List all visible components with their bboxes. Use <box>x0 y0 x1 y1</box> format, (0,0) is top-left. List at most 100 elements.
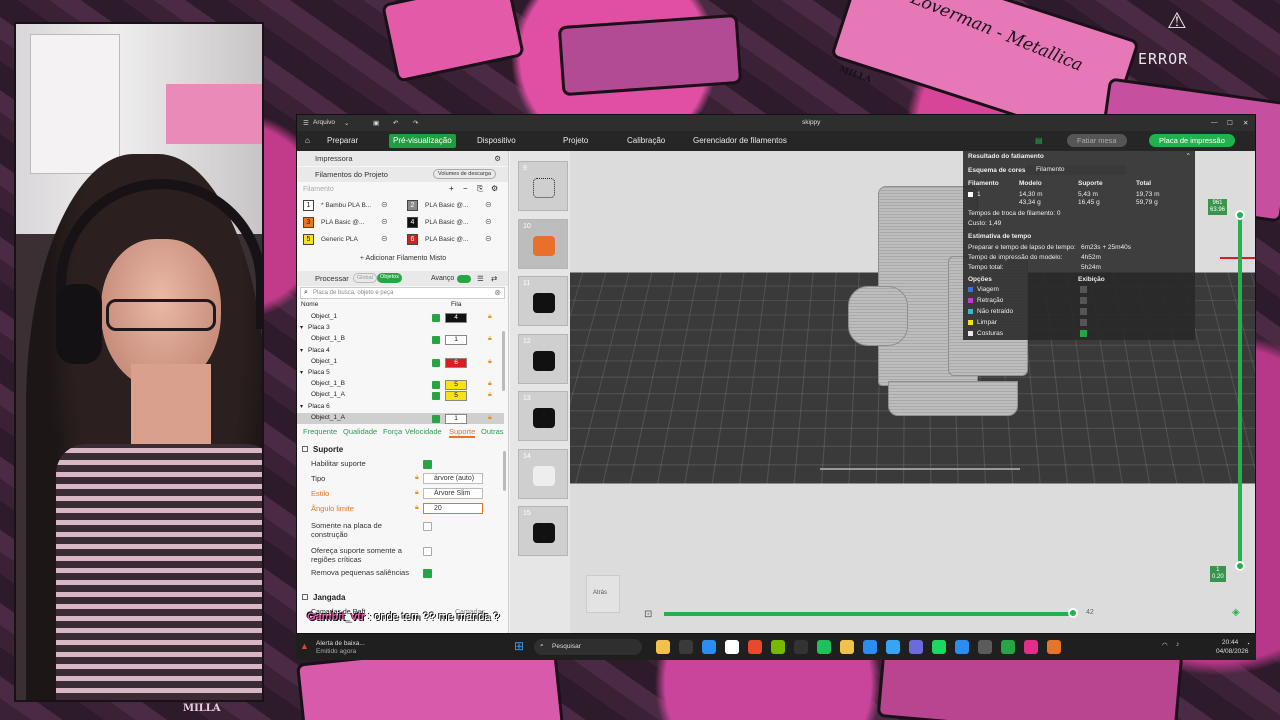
lock-icon[interactable]: 🔒︎ <box>488 414 494 422</box>
tab-outras[interactable]: Outras <box>481 427 504 436</box>
search-input[interactable]: Placa de busca, objeto e peça <box>313 290 393 296</box>
clear-search-icon[interactable]: ⊗ <box>494 288 501 297</box>
tab-preview[interactable]: Pré-visualização <box>389 134 456 148</box>
plate-thumbnail[interactable]: 11 <box>518 276 568 326</box>
filament-edit-icon[interactable]: ⊝ <box>381 217 388 226</box>
home-icon[interactable]: ⌂ <box>301 134 314 148</box>
objects-toggle[interactable]: Objetos <box>377 273 402 283</box>
object-row[interactable]: Object_1 6 🔒︎ <box>297 357 504 368</box>
filament-slot[interactable]: 1 * Bambu PLA B... ⊝ <box>303 199 401 213</box>
remove-filament-icon[interactable]: − <box>463 184 468 193</box>
chevron-down-icon[interactable]: ⌄ <box>344 119 349 127</box>
tab-qualidade[interactable]: Qualidade <box>343 427 377 436</box>
filament-slot[interactable]: 5 Generic PLA ⊝ <box>303 233 401 247</box>
object-visible-checkbox[interactable] <box>432 336 440 345</box>
object-row[interactable]: Object_1_A 5 🔒︎ <box>297 390 504 402</box>
legend-toggle[interactable] <box>1080 319 1087 326</box>
taskbar-app-icon[interactable] <box>748 640 762 654</box>
tab-preparar[interactable]: Preparar <box>323 134 362 148</box>
lock-icon[interactable]: 🔒︎ <box>488 358 494 366</box>
taskbar-app-icon[interactable] <box>909 640 923 654</box>
tab-frequente[interactable]: Frequente <box>303 427 337 436</box>
taskbar-app-icon[interactable] <box>794 640 808 654</box>
settings-scrollbar[interactable] <box>503 451 506 491</box>
filament-edit-icon[interactable]: ⊝ <box>381 200 388 209</box>
legend-toggle[interactable] <box>1080 308 1087 315</box>
setting-checkbox[interactable] <box>423 547 432 556</box>
taskbar-app-icon[interactable] <box>1047 640 1061 654</box>
lock-icon[interactable]: 🔒︎ <box>488 391 494 399</box>
lock-icon[interactable]: 🔒︎ <box>488 380 494 388</box>
plate-row[interactable]: ▾ Placa 6 <box>297 402 504 413</box>
setting-checkbox[interactable] <box>423 569 432 578</box>
list-icon[interactable]: ☰ <box>477 271 484 286</box>
filament-edit-icon[interactable]: ⊝ <box>485 234 492 243</box>
taskbar-app-icon[interactable] <box>1001 640 1015 654</box>
taskbar-app-icon[interactable] <box>679 640 693 654</box>
filament-slot[interactable]: 4 PLA Basic @... ⊝ <box>407 216 505 230</box>
object-search[interactable]: ⌕ Placa de busca, objeto e peça ⊗ <box>300 287 505 299</box>
sync-icon[interactable]: ⎘ <box>477 184 483 194</box>
lock-icon[interactable]: 🔒︎ <box>488 335 494 343</box>
lock-icon[interactable]: 🔒︎ <box>488 313 494 321</box>
warning-notification-icon[interactable]: ▲ <box>300 641 309 651</box>
filament-slot[interactable]: 2 PLA Basic @... ⊝ <box>407 199 505 213</box>
taskbar-app-icon[interactable] <box>886 640 900 654</box>
clock-time[interactable]: 20:44 <box>1222 639 1238 646</box>
setting-select[interactable]: Árvore Slim <box>423 488 483 499</box>
save-icon[interactable]: ▣ <box>373 119 379 127</box>
redo-icon[interactable]: ↷ <box>413 119 418 127</box>
filament-slot[interactable]: 3 PLA Basic @... ⊝ <box>303 216 401 230</box>
layer-slider[interactable] <box>1235 210 1245 571</box>
plate-row[interactable]: ▾ Placa 3 <box>297 323 504 334</box>
minimize-icon[interactable]: — <box>1211 119 1218 126</box>
taskbar-app-icon[interactable] <box>932 640 946 654</box>
object-visible-checkbox[interactable] <box>432 358 440 367</box>
taskbar-app-icon[interactable] <box>817 640 831 654</box>
filament-edit-icon[interactable]: ⊝ <box>381 234 388 243</box>
printer-section[interactable]: Impressora ⚙ <box>297 151 508 166</box>
lock-icon[interactable]: 🔒︎ <box>415 489 419 497</box>
setting-select[interactable]: árvore (auto) <box>423 473 483 484</box>
object-row[interactable]: Object_1_A 1 🔒︎ <box>297 412 504 424</box>
clock-date[interactable]: 04/08/2026 <box>1216 648 1249 655</box>
settings-icon[interactable]: ⚙ <box>491 184 498 193</box>
expand-icon[interactable]: ▾ <box>300 324 303 331</box>
expand-icon[interactable]: ▾ <box>300 347 303 354</box>
taskbar-app-icon[interactable] <box>863 640 877 654</box>
notification-title[interactable]: Alerta de baixa... <box>316 640 365 647</box>
object-row[interactable]: Object_1 4 🔒︎ <box>297 312 504 323</box>
taskbar-app-icon[interactable] <box>955 640 969 654</box>
close-icon[interactable]: ✕ <box>1243 119 1248 127</box>
object-filament[interactable]: 5 <box>445 380 467 391</box>
object-filament[interactable]: 4 <box>445 313 467 323</box>
object-row[interactable]: Object_1_B 1 🔒︎ <box>297 334 504 346</box>
move-slider-handle[interactable] <box>1068 608 1078 618</box>
object-visible-checkbox[interactable] <box>432 414 440 423</box>
layers-icon[interactable]: ▤ <box>1031 134 1047 148</box>
windows-start-icon[interactable]: ⊞ <box>514 639 524 653</box>
filament-edit-icon[interactable]: ⊝ <box>485 200 492 209</box>
tab-calibration[interactable]: Calibração <box>623 134 669 148</box>
taskbar-app-icon[interactable] <box>725 640 739 654</box>
move-slider[interactable] <box>664 608 1078 618</box>
volumes-button[interactable]: Volumes de descarga <box>433 169 496 179</box>
advanced-switch[interactable] <box>457 275 471 283</box>
plate-thumbnail[interactable]: 13 <box>518 391 568 441</box>
setting-checkbox[interactable] <box>423 460 432 469</box>
taskbar-search[interactable]: ⌕ Pesquisar <box>534 639 642 655</box>
plate-thumbnail[interactable]: 10 <box>518 218 568 269</box>
filament-edit-icon[interactable]: ⊝ <box>485 217 492 226</box>
taskbar-app-icon[interactable] <box>702 640 716 654</box>
tab-suporte[interactable]: Suporte <box>449 427 476 438</box>
setting-checkbox[interactable] <box>423 522 432 531</box>
tab-project[interactable]: Projeto <box>559 134 592 148</box>
layers-view-icon[interactable]: ◈ <box>1232 607 1240 618</box>
tab-device[interactable]: Dispositivo <box>473 134 520 148</box>
compare-icon[interactable]: ⇄ <box>491 271 497 286</box>
global-toggle[interactable]: Global <box>353 273 377 283</box>
setting-input[interactable]: 20 <box>423 503 483 514</box>
object-visible-checkbox[interactable] <box>432 314 440 322</box>
taskbar-app-icon[interactable] <box>840 640 854 654</box>
plate-thumbnail[interactable]: 15 <box>518 506 568 556</box>
